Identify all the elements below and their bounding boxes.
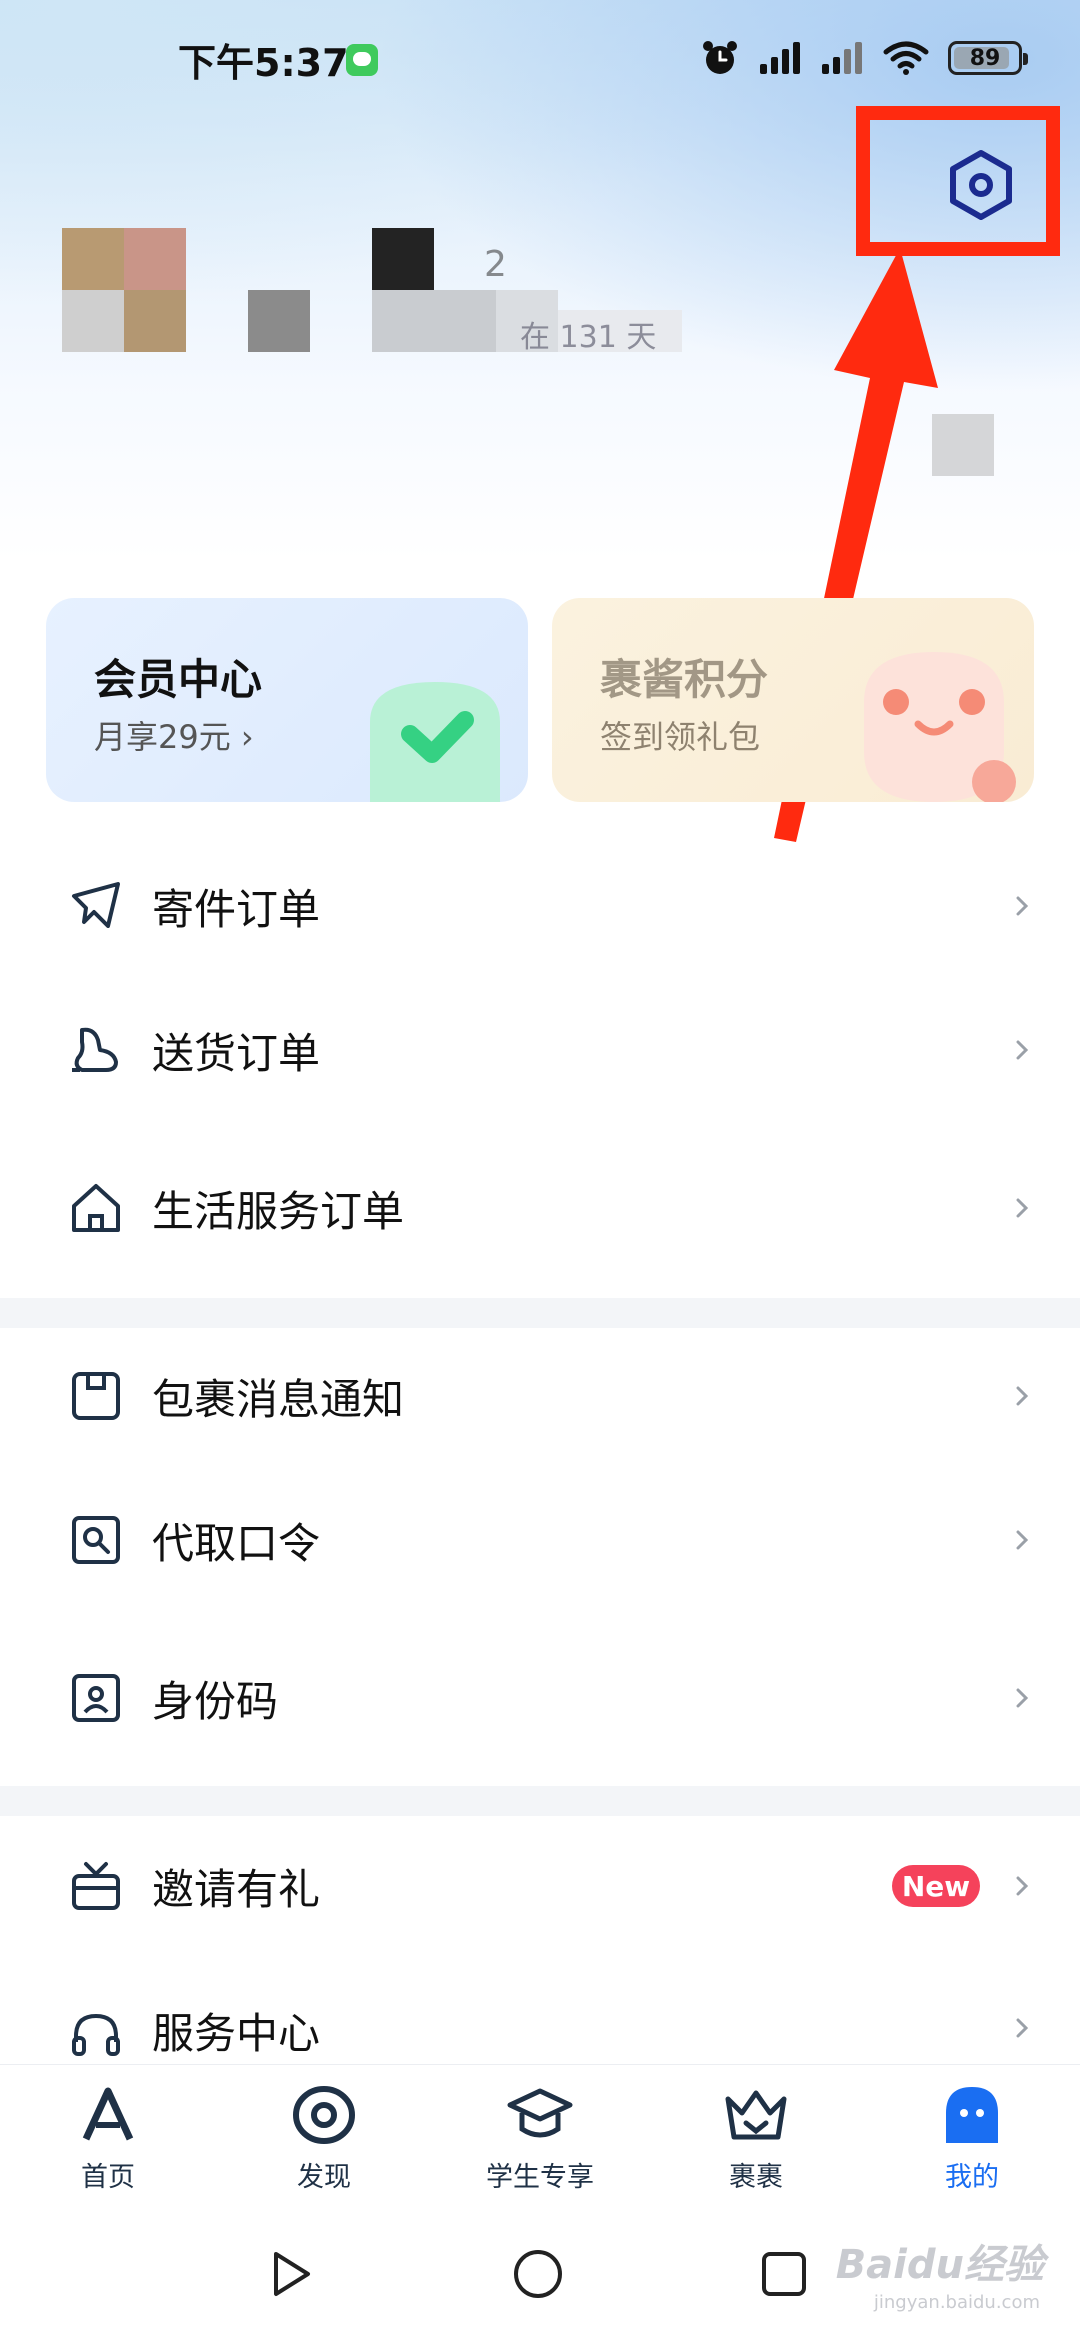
section-divider: [0, 1786, 1080, 1816]
profile-icon: [934, 2077, 1010, 2153]
menu-item-pickup-code[interactable]: 代取口令: [0, 1480, 1080, 1600]
pickup-code-icon: [64, 1508, 128, 1572]
menu-label: 服务中心: [152, 2009, 321, 2058]
alarm-icon: [700, 38, 740, 78]
menu-label: 送货订单: [152, 1028, 321, 1078]
graduation-cap-icon: [502, 2077, 578, 2153]
chevron-right-icon: [1016, 1386, 1029, 1406]
mosaic-tile: [372, 228, 434, 290]
home-logo-icon: [70, 2077, 146, 2153]
chevron-right-icon: [1016, 1198, 1029, 1218]
delivery-icon: [64, 1018, 128, 1082]
menu-label: 生活服务订单: [152, 1186, 405, 1236]
tab-label: 发现: [297, 2162, 351, 2193]
message-notification-icon: [346, 44, 378, 76]
menu-label: 邀请有礼: [152, 1864, 321, 1914]
recents-square-icon: [762, 2252, 806, 2296]
tab-label: 裹裹: [729, 2162, 783, 2193]
menu-label: 包裹消息通知: [152, 1374, 405, 1424]
points-title: 裹酱积分: [600, 655, 769, 704]
tab-mine[interactable]: 我的: [892, 2077, 1052, 2197]
profile-days: 在 131 天: [520, 320, 657, 355]
chevron-right-icon: [1016, 1876, 1029, 1896]
annotation-highlight-box: [856, 106, 1060, 256]
member-center-card[interactable]: 会员中心 月享29元 ›: [46, 598, 528, 802]
tab-label: 学生专享: [486, 2162, 594, 2193]
member-badge-icon: [370, 682, 500, 802]
status-time: 下午5:37: [178, 41, 349, 85]
mosaic-tile: [62, 290, 124, 352]
chevron-right-icon: [1016, 2018, 1029, 2038]
tab-discover[interactable]: 发现: [244, 2077, 404, 2197]
menu-item-id-code[interactable]: 身份码: [0, 1638, 1080, 1758]
member-center-title: 会员中心: [94, 655, 263, 704]
battery-level: 89: [969, 45, 1001, 71]
tab-label: 我的: [945, 2162, 999, 2193]
signal-icon-2: [820, 40, 864, 76]
menu-item-send-orders[interactable]: 寄件订单: [0, 846, 1080, 966]
mosaic-tile: [124, 228, 186, 290]
system-navigation-bar: Baidu经验 jingyan.baidu.com: [0, 2204, 1080, 2340]
menu-item-invite-gift[interactable]: 邀请有礼 New: [0, 1826, 1080, 1946]
package-notice-icon: [64, 1364, 128, 1428]
new-badge: New: [892, 1865, 980, 1907]
menu-item-package-notifications[interactable]: 包裹消息通知: [0, 1336, 1080, 1456]
mosaic-tile: [62, 228, 124, 290]
mosaic-tile: [248, 290, 310, 352]
back-button[interactable]: [260, 2244, 320, 2304]
id-code-icon: [64, 1666, 128, 1730]
menu-item-life-service-orders[interactable]: 生活服务订单: [0, 1148, 1080, 1268]
chevron-right-icon: [1016, 1530, 1029, 1550]
headset-icon: [64, 2004, 128, 2064]
battery-indicator: 89: [948, 41, 1028, 75]
home-circle-icon: [514, 2250, 562, 2298]
chevron-right-icon: [1016, 896, 1029, 916]
mosaic-tile: [932, 414, 994, 476]
mascot-icon: [864, 652, 1016, 802]
member-center-subtitle: 月享29元 ›: [94, 718, 254, 756]
menu-item-service-center[interactable]: 服务中心: [0, 1982, 1080, 2064]
chevron-right-icon: [1016, 1688, 1029, 1708]
points-card[interactable]: 裹酱积分 签到领礼包: [552, 598, 1034, 802]
points-subtitle: 签到领礼包: [600, 718, 761, 756]
menu-label: 代取口令: [152, 1518, 321, 1568]
watermark-url: jingyan.baidu.com: [873, 2292, 1040, 2313]
profile-name: 2: [484, 244, 507, 285]
chevron-right-icon: [1016, 1040, 1029, 1060]
tab-label: 首页: [81, 2162, 135, 2193]
section-divider: [0, 1298, 1080, 1328]
watermark-logo: Baidu经验: [835, 2242, 1044, 2288]
home-icon: [64, 1176, 128, 1240]
menu-label: 寄件订单: [152, 884, 321, 934]
menu-label: 身份码: [152, 1676, 279, 1726]
mosaic-tile: [124, 290, 186, 352]
mosaic-tile: [372, 290, 496, 352]
back-triangle-icon: [274, 2252, 310, 2296]
home-button[interactable]: [508, 2244, 568, 2304]
discover-icon: [286, 2077, 362, 2153]
status-bar: 下午5:37 89: [0, 0, 1080, 110]
tab-home[interactable]: 首页: [28, 2077, 188, 2197]
gift-tv-icon: [64, 1854, 128, 1918]
menu-item-delivery-orders[interactable]: 送货订单: [0, 990, 1080, 1110]
bottom-tab-bar: 首页 发现 学生专享 裹裹 我的: [0, 2064, 1080, 2204]
signal-icon-1: [758, 40, 802, 76]
send-plane-icon: [64, 874, 128, 938]
tab-guoguo[interactable]: 裹裹: [676, 2077, 836, 2197]
tab-student[interactable]: 学生专享: [460, 2077, 620, 2197]
crown-icon: [718, 2077, 794, 2153]
recents-button[interactable]: [754, 2244, 814, 2304]
wifi-icon: [882, 40, 930, 76]
